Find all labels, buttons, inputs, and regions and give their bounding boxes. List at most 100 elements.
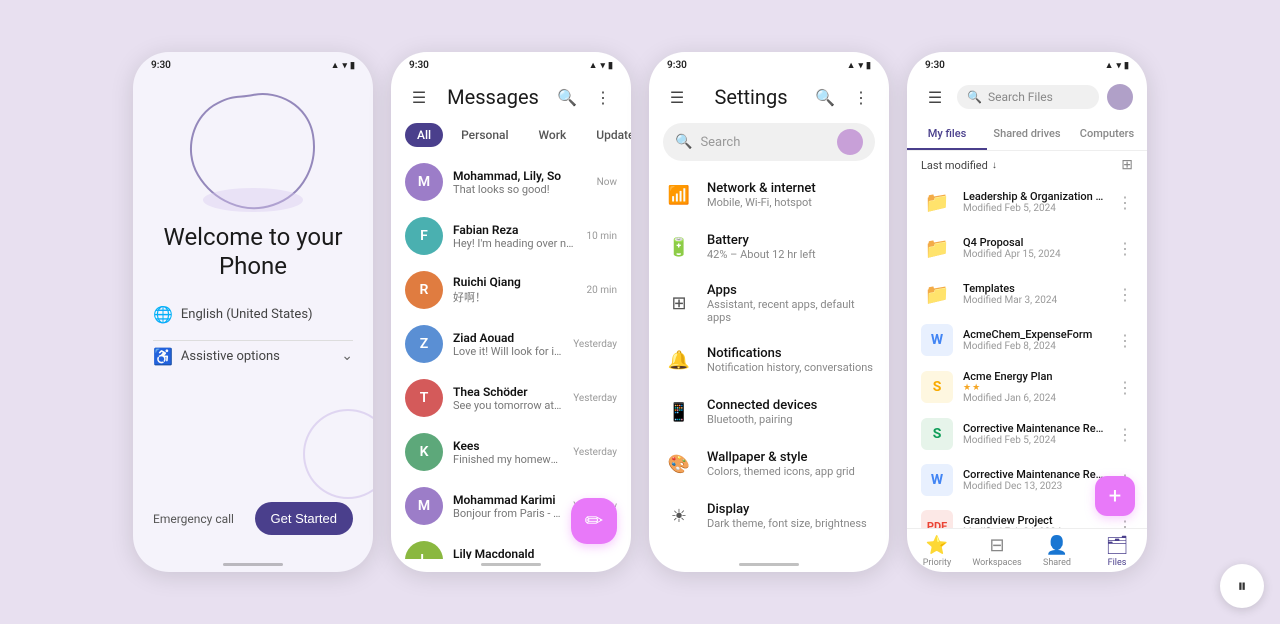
more-icon-msg[interactable]: ⋮ <box>589 83 617 111</box>
msg-time-0: Now <box>597 177 617 188</box>
files-search-bar[interactable]: 🔍 Search Files <box>957 85 1099 109</box>
get-started-button[interactable]: Get Started <box>255 502 353 535</box>
settings-item-wallpaper[interactable]: 🎨 Wallpaper & style Colors, themed icons… <box>649 438 889 490</box>
status-time-1: 9:30 <box>151 60 171 71</box>
pause-button[interactable]: ⏸ <box>1220 564 1264 608</box>
menu-icon-settings[interactable]: ☰ <box>663 83 691 111</box>
search-icon-settings[interactable]: 🔍 <box>811 83 839 111</box>
file-more-7[interactable]: ⋮ <box>1117 517 1133 529</box>
settings-item-display[interactable]: ☀ Display Dark theme, font size, brightn… <box>649 490 889 542</box>
file-item-3[interactable]: W AcmeChem_ExpenseForm Modified Feb 8, 2… <box>907 317 1147 363</box>
msg-time-4: Yesterday <box>573 393 617 404</box>
file-name-0: Leadership & Organization Updates <box>963 190 1107 203</box>
menu-icon-files[interactable]: ☰ <box>921 83 949 111</box>
message-item-3[interactable]: Z Ziad Aouad Love it! Will look for it n… <box>391 317 631 371</box>
file-more-0[interactable]: ⋮ <box>1117 193 1133 212</box>
message-item-1[interactable]: F Fabian Reza Hey! I'm heading over now … <box>391 209 631 263</box>
files-sort-bar: Last modified ↓ ⊞ <box>907 151 1147 179</box>
globe-icon: 🌐 <box>153 305 173 324</box>
search-icon-msg[interactable]: 🔍 <box>553 83 581 111</box>
file-name-5: Corrective Maintenance Request <box>963 422 1107 435</box>
file-more-3[interactable]: ⋮ <box>1117 331 1133 350</box>
settings-item-network[interactable]: 📶 Network & internet Mobile, Wi-Fi, hots… <box>649 169 889 221</box>
emergency-call-text[interactable]: Emergency call <box>153 512 234 526</box>
display-settings-icon: ☀ <box>663 500 695 532</box>
settings-list: 📶 Network & internet Mobile, Wi-Fi, hots… <box>649 169 889 559</box>
message-item-5[interactable]: K Kees Finished my homework Yesterday <box>391 425 631 479</box>
welcome-bottom-bar: Emergency call Get Started <box>153 502 353 543</box>
file-item-1[interactable]: 📁 Q4 Proposal Modified Apr 15, 2024 ⋮ <box>907 225 1147 271</box>
file-more-2[interactable]: ⋮ <box>1117 285 1133 304</box>
network-sub: Mobile, Wi-Fi, hotspot <box>707 196 816 209</box>
msg-time-5: Yesterday <box>573 447 617 458</box>
tab-personal[interactable]: Personal <box>449 123 520 147</box>
file-more-4[interactable]: ⋮ <box>1117 378 1133 397</box>
msg-body-7: Lily Macdonald Dinner Club - Yes! I forg… <box>453 547 607 560</box>
msg-body-1: Fabian Reza Hey! I'm heading over now <box>453 223 577 250</box>
battery-name: Battery <box>707 233 816 248</box>
msg-preview-1: Hey! I'm heading over now <box>453 237 577 250</box>
status-icons-1: ▲ ▾ ▮ <box>331 60 355 71</box>
files-bottom-nav: ⭐ Priority ⊟ Workspaces 👤 Shared 🗂 Files <box>907 528 1147 572</box>
file-more-1[interactable]: ⋮ <box>1117 239 1133 258</box>
nav-files[interactable]: 🗂 Files <box>1087 535 1147 568</box>
settings-item-devices[interactable]: 📱 Connected devices Bluetooth, pairing <box>649 386 889 438</box>
message-item-2[interactable]: R Ruichi Qiang 好啊！ 20 min <box>391 263 631 317</box>
file-more-5[interactable]: ⋮ <box>1117 425 1133 444</box>
folder-icon-2: 📁 <box>921 278 953 310</box>
msg-body-3: Ziad Aouad Love it! Will look for it now <box>453 331 563 358</box>
file-meta-2: Modified Mar 3, 2024 <box>963 295 1107 306</box>
home-indicator-1 <box>223 563 283 566</box>
nav-workspaces-label: Workspaces <box>972 558 1021 568</box>
file-item-5[interactable]: S Corrective Maintenance Request Modifie… <box>907 411 1147 457</box>
tab-my-files[interactable]: My files <box>907 119 987 150</box>
settings-search-bar[interactable]: 🔍 Search <box>663 123 875 161</box>
settings-item-apps[interactable]: ⊞ Apps Assistant, recent apps, default a… <box>649 273 889 334</box>
nav-workspaces[interactable]: ⊟ Workspaces <box>967 535 1027 568</box>
msg-name-7: Lily Macdonald <box>453 547 607 560</box>
battery-icon-2: ▮ <box>608 61 613 71</box>
add-file-fab[interactable]: + <box>1095 476 1135 516</box>
phone-messages: 9:30 ▲ ▾ ▮ ☰ Messages 🔍 ⋮ All Personal W… <box>391 52 631 572</box>
status-time-3: 9:30 <box>667 60 687 71</box>
avatar-4: T <box>405 379 443 417</box>
message-item-0[interactable]: M Mohammad, Lily, So That looks so good!… <box>391 155 631 209</box>
file-item-0[interactable]: 📁 Leadership & Organization Updates Modi… <box>907 179 1147 225</box>
sort-label[interactable]: Last modified <box>921 159 988 172</box>
tab-updates[interactable]: Updates <box>584 123 631 147</box>
grid-view-icon[interactable]: ⊞ <box>1121 157 1133 173</box>
avatar-2: R <box>405 271 443 309</box>
apps-sub: Assistant, recent apps, default apps <box>707 298 875 324</box>
welcome-title: Welcome to your Phone <box>153 223 353 281</box>
msg-name-6: Mohammad Karimi <box>453 493 563 507</box>
tab-computers[interactable]: Computers <box>1067 119 1147 150</box>
nav-shared[interactable]: 👤 Shared <box>1027 535 1087 568</box>
nav-files-label: Files <box>1108 558 1127 568</box>
language-option[interactable]: 🌐 English (United States) <box>153 305 353 324</box>
assistive-options[interactable]: ♿ Assistive options ⌄ <box>153 347 353 366</box>
avatar-6: M <box>405 487 443 525</box>
menu-icon[interactable]: ☰ <box>405 83 433 111</box>
file-name-3: AcmeChem_ExpenseForm <box>963 328 1107 341</box>
welcome-blob-illustration <box>183 85 323 215</box>
notifications-name: Notifications <box>707 346 873 361</box>
battery-settings-icon: 🔋 <box>663 231 695 263</box>
network-name: Network & internet <box>707 181 816 196</box>
file-meta-0: Modified Feb 5, 2024 <box>963 203 1107 214</box>
tab-all[interactable]: All <box>405 123 443 147</box>
tab-shared-drives[interactable]: Shared drives <box>987 119 1067 150</box>
file-item-4[interactable]: S Acme Energy Plan ★★ Modified Jan 6, 20… <box>907 363 1147 411</box>
tab-work[interactable]: Work <box>527 123 579 147</box>
file-meta-5: Modified Feb 5, 2024 <box>963 435 1107 446</box>
settings-item-notifications[interactable]: 🔔 Notifications Notification history, co… <box>649 334 889 386</box>
nav-priority[interactable]: ⭐ Priority <box>907 535 967 568</box>
compose-fab[interactable]: ✏ <box>571 498 617 544</box>
message-item-4[interactable]: T Thea Schöder See you tomorrow at the u… <box>391 371 631 425</box>
settings-item-battery[interactable]: 🔋 Battery 42% – About 12 hr left <box>649 221 889 273</box>
more-icon-settings[interactable]: ⋮ <box>847 83 875 111</box>
msg-preview-6: Bonjour from Paris - I got my film... <box>453 507 563 520</box>
battery-icon: ▮ <box>350 61 355 71</box>
files-search-placeholder: Search Files <box>988 90 1089 104</box>
msg-body-4: Thea Schöder See you tomorrow at the usu… <box>453 385 563 412</box>
file-item-2[interactable]: 📁 Templates Modified Mar 3, 2024 ⋮ <box>907 271 1147 317</box>
